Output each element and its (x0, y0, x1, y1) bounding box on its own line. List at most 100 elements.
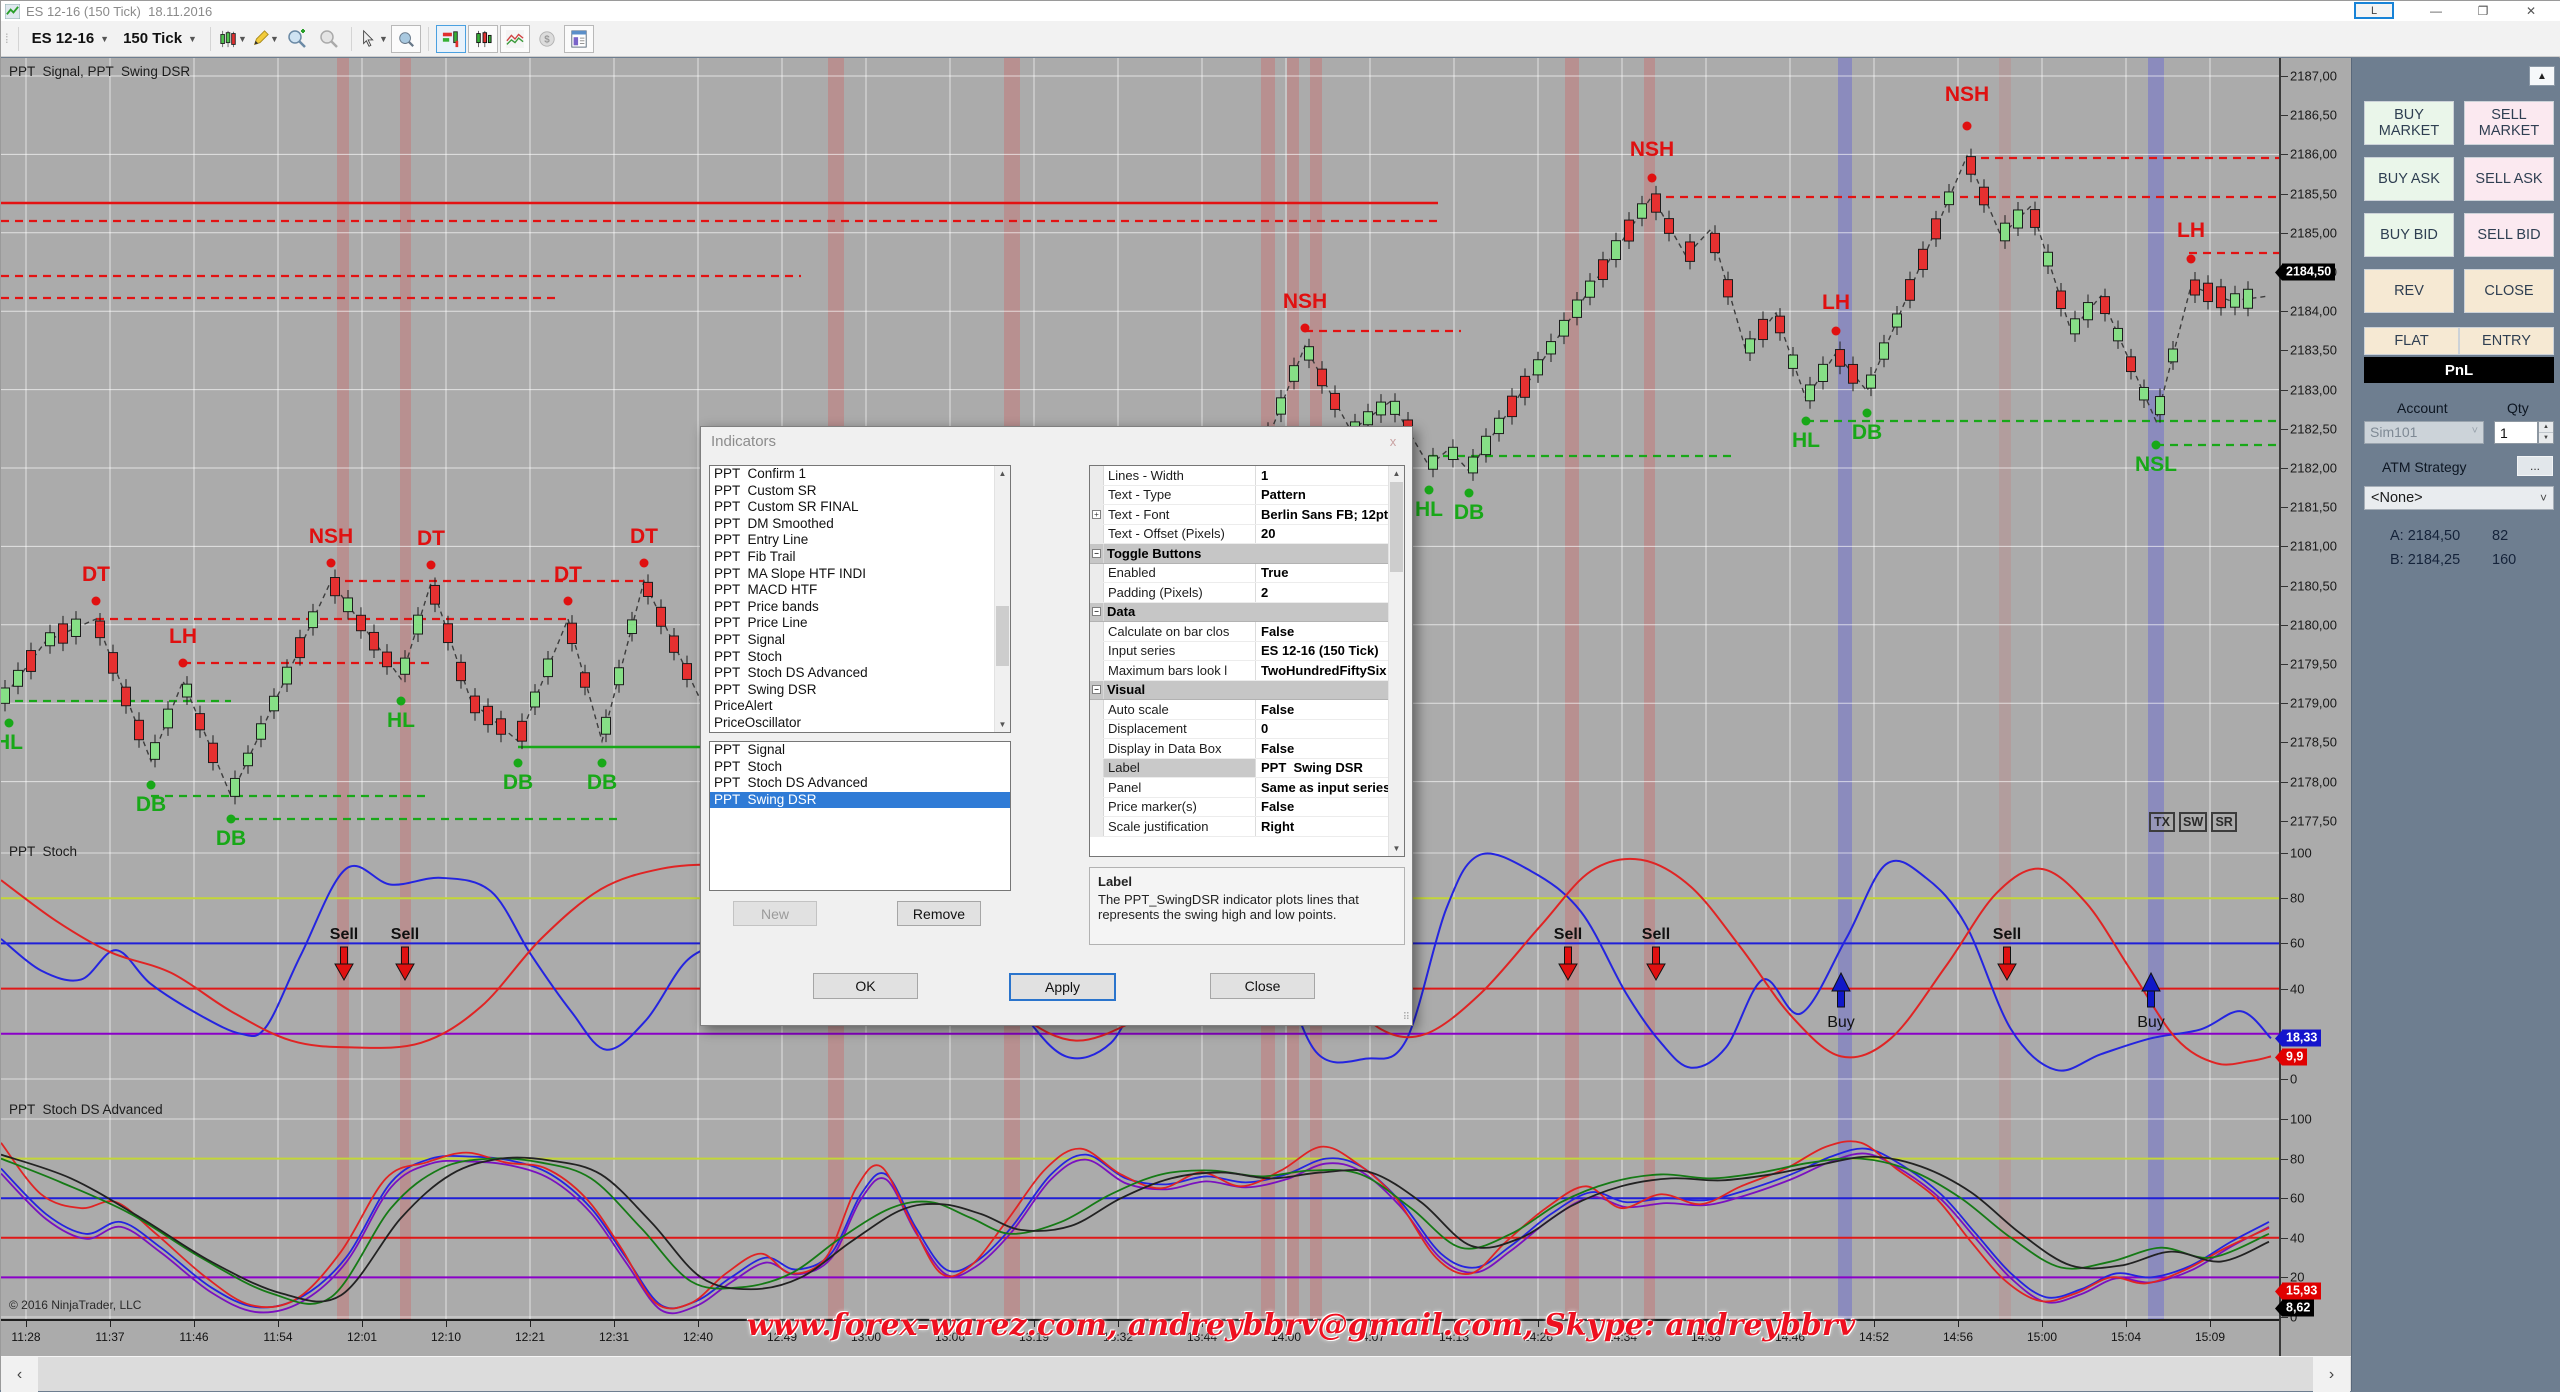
property-row[interactable]: LabelPPT Swing DSR (1090, 759, 1389, 779)
property-row[interactable]: Price marker(s)False (1090, 798, 1389, 818)
indicator-list-item[interactable]: PPT Custom SR (710, 483, 1010, 500)
toolbar-grip[interactable]: ⁞ (5, 31, 7, 46)
indicator-list-item[interactable]: PPT Stoch (710, 759, 1010, 776)
indicator-list-item[interactable]: PPT MACD HTF (710, 582, 1010, 599)
property-row[interactable]: Maximum bars look lTwoHundredFiftySix (1090, 661, 1389, 681)
property-row[interactable]: EnabledTrue (1090, 564, 1389, 584)
chosen-indicators-list[interactable]: PPT SignalPPT StochPPT Stoch DS Advanced… (709, 741, 1011, 891)
indicator-list-item[interactable]: PPT Signal (710, 742, 1010, 759)
indicator-list-item[interactable]: PriceOscillator (710, 715, 1010, 732)
property-grid[interactable]: Lines - Width1Text - TypePattern+Text - … (1089, 465, 1405, 857)
indicator-list-item[interactable]: PPT Swing DSR (710, 792, 1010, 809)
panel3-label: PPT Stoch DS Advanced (9, 1102, 163, 1117)
indicator-list-item[interactable]: PriceAlert (710, 698, 1010, 715)
list-scrollbar[interactable]: ▲▼ (994, 466, 1010, 732)
cursor-button[interactable]: ▼ (359, 25, 389, 53)
resize-grip[interactable]: ⠿ (1403, 1012, 1410, 1023)
indicator-list-item[interactable]: PPT Price Line (710, 615, 1010, 632)
property-row[interactable]: Calculate on bar closFalse (1090, 622, 1389, 642)
scroll-right-icon[interactable]: › (2313, 1357, 2350, 1392)
sell-ask-button[interactable]: SELL ASK (2464, 157, 2554, 201)
zoom-in-button[interactable] (282, 25, 312, 53)
indicator-list-item[interactable]: PPT Entry Line (710, 532, 1010, 549)
property-row[interactable]: +Text - FontBerlin Sans FB; 12pt (1090, 505, 1389, 525)
swing-dot (1648, 174, 1657, 183)
buy-market-button[interactable]: BUY MARKET (2364, 101, 2454, 145)
indicator-list-item[interactable]: PPT Price bands (710, 599, 1010, 616)
instrument-selector[interactable]: ES 12-16▼ (25, 27, 116, 50)
restore-button[interactable]: ❐ (2463, 2, 2503, 19)
indicator-list-item[interactable]: PPT Custom SR FINAL (710, 499, 1010, 516)
swing-label: NSH (1283, 290, 1327, 313)
apply-button[interactable]: Apply (1009, 973, 1116, 1001)
swing-label: DT (82, 563, 110, 586)
indicators-button[interactable] (436, 25, 466, 53)
indicator-list-item[interactable]: PPT MA Slope HTF INDI (710, 566, 1010, 583)
indicator-list-item[interactable]: PPT Signal (710, 632, 1010, 649)
dialog-title[interactable]: Indicators (701, 427, 1412, 457)
property-row[interactable]: Input seriesES 12-16 (150 Tick) (1090, 642, 1389, 662)
lock-button[interactable]: L (2354, 2, 2394, 19)
horizontal-scrollbar[interactable]: ‹ › (1, 1356, 2351, 1391)
entry-button[interactable]: ENTRY (2459, 327, 2554, 355)
dialog-close-button[interactable]: Close (1210, 973, 1315, 999)
indicator-list-item[interactable]: PPT Stoch DS Advanced (710, 665, 1010, 682)
property-row[interactable]: Text - TypePattern (1090, 486, 1389, 506)
property-grid-scrollbar[interactable]: ▲ ▼ (1388, 466, 1404, 856)
property-category-row[interactable]: −Data (1090, 603, 1389, 623)
property-row[interactable]: Padding (Pixels)2 (1090, 583, 1389, 603)
line-chart-button[interactable] (500, 25, 530, 53)
close-position-button[interactable]: CLOSE (2464, 269, 2554, 313)
price-tick-label: 40 (2290, 1230, 2304, 1245)
property-row[interactable]: Text - Offset (Pixels)20 (1090, 525, 1389, 545)
minimize-button[interactable]: — (2416, 2, 2456, 19)
quantity-input[interactable] (2494, 421, 2538, 444)
close-button[interactable]: ✕ (2509, 2, 2553, 19)
flat-button[interactable]: FLAT (2364, 327, 2459, 355)
atm-more-button[interactable]: ... (2517, 456, 2553, 476)
property-category-row[interactable]: −Visual (1090, 681, 1389, 701)
ok-button[interactable]: OK (813, 973, 918, 999)
toggle-sw-button[interactable]: SW (2179, 812, 2207, 832)
reverse-button[interactable]: REV (2364, 269, 2454, 313)
price-tick-label: 2185,00 (2290, 225, 2337, 240)
property-row[interactable]: PanelSame as input series (1090, 778, 1389, 798)
sell-bid-button[interactable]: SELL BID (2464, 213, 2554, 257)
quantity-stepper[interactable]: ▲▼ (2538, 421, 2554, 444)
indicator-list-item[interactable]: PPT Fib Trail (710, 549, 1010, 566)
property-category-row[interactable]: −Toggle Buttons (1090, 544, 1389, 564)
buy-ask-button[interactable]: BUY ASK (2364, 157, 2454, 201)
buy-bid-button[interactable]: BUY BID (2364, 213, 2454, 257)
properties-button[interactable] (564, 25, 594, 53)
indicator-list-item[interactable]: PPT Swing DSR (710, 682, 1010, 699)
property-row[interactable]: Scale justificationRight (1090, 817, 1389, 837)
chart-style-button[interactable]: ▼ (218, 25, 248, 53)
sell-market-button[interactable]: SELL MARKET (2464, 101, 2554, 145)
property-row[interactable]: Lines - Width1 (1090, 466, 1389, 486)
zoom-out-button[interactable] (314, 25, 344, 53)
period-selector[interactable]: 150 Tick▼ (116, 27, 204, 50)
indicator-list-item[interactable]: PPT Stoch (710, 649, 1010, 666)
toggle-sr-button[interactable]: SR (2211, 812, 2237, 832)
drawing-tools-button[interactable]: ▼ (250, 25, 280, 53)
indicator-list-item[interactable]: PPT Confirm 1 (710, 466, 1010, 483)
property-row[interactable]: Auto scaleFalse (1090, 700, 1389, 720)
property-row[interactable]: Displacement0 (1090, 720, 1389, 740)
atm-strategy-select[interactable]: <None>˅ (2364, 486, 2554, 510)
account-performance-button[interactable]: $ (532, 25, 562, 53)
price-axis[interactable]: 2187,002186,502186,002185,502185,002184,… (2279, 58, 2351, 1356)
available-indicators-list[interactable]: PPT Confirm 1PPT Custom SRPPT Custom SR … (709, 465, 1011, 733)
collapse-panel-button[interactable]: ▲ (2529, 66, 2555, 86)
dialog-close-icon[interactable]: x (1380, 432, 1406, 451)
sell-signal-label: Sell (391, 926, 419, 943)
indicators-dialog: Indicators x PPT Confirm 1PPT Custom SRP… (700, 426, 1413, 1026)
scroll-left-icon[interactable]: ‹ (1, 1357, 38, 1392)
data-box-button[interactable] (391, 25, 421, 53)
account-select[interactable]: Sim101˅ (2364, 421, 2484, 444)
chart-trader-button[interactable] (468, 25, 498, 53)
remove-button[interactable]: Remove (897, 901, 981, 926)
indicator-list-item[interactable]: PPT DM Smoothed (710, 516, 1010, 533)
indicator-list-item[interactable]: PPT Stoch DS Advanced (710, 775, 1010, 792)
property-row[interactable]: Display in Data BoxFalse (1090, 739, 1389, 759)
toggle-tx-button[interactable]: TX (2149, 812, 2175, 832)
